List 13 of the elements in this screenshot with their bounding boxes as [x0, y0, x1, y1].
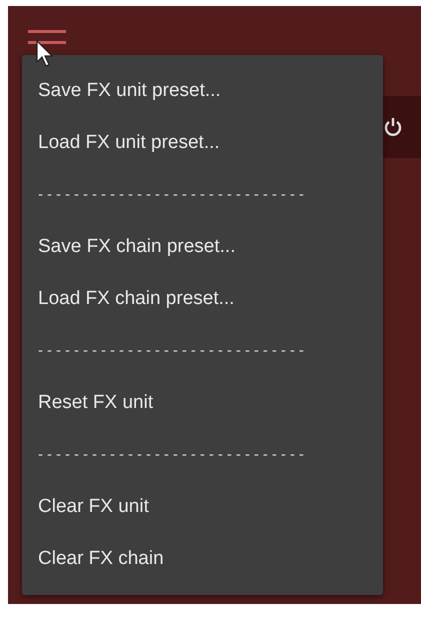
menu-item[interactable]: Load FX unit preset...: [38, 117, 220, 169]
menu-separator: ------------------------------: [38, 445, 308, 465]
menu-separator: ------------------------------: [38, 185, 308, 205]
power-icon[interactable]: [384, 117, 402, 137]
menu-item[interactable]: Reset FX unit: [38, 377, 154, 429]
menu-separator: ------------------------------: [38, 341, 308, 361]
menu-icon[interactable]: [28, 30, 66, 44]
menu-item[interactable]: Clear FX unit: [38, 481, 149, 533]
cursor-icon: [36, 40, 56, 68]
menu-item[interactable]: Save FX unit preset...: [38, 65, 221, 117]
menu-item[interactable]: Clear FX chain: [38, 533, 164, 585]
menu-item[interactable]: Load FX chain preset...: [38, 273, 234, 325]
menu-item[interactable]: Save FX chain preset...: [38, 221, 236, 273]
